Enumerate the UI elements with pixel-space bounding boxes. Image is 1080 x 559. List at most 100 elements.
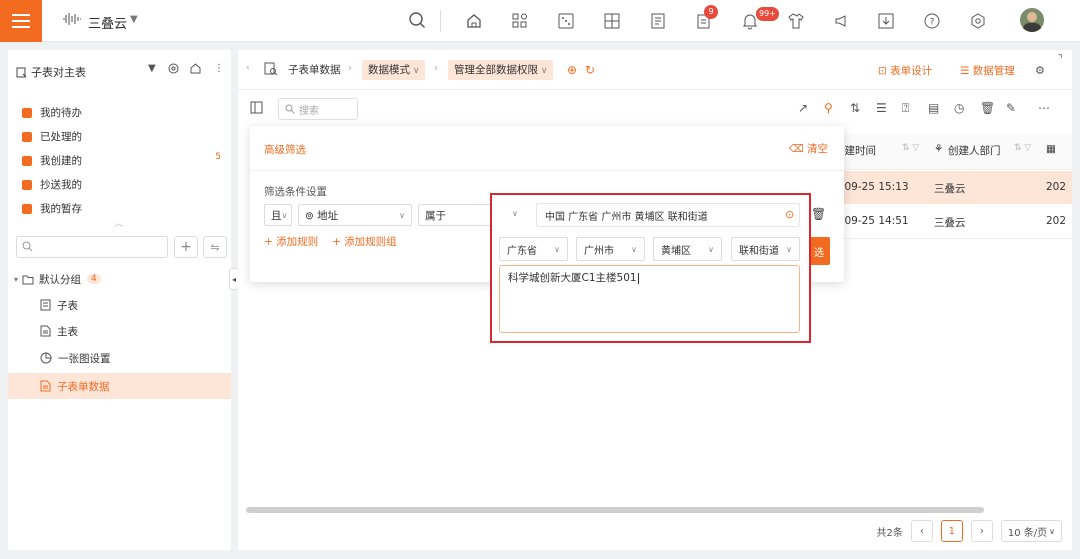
data-manage-icon: ☰ bbox=[960, 65, 973, 77]
breadcrumb-current[interactable]: 子表单数据 bbox=[282, 60, 347, 80]
add-rule-label: 添加规则 bbox=[276, 236, 319, 248]
form-design-link[interactable]: ⊡ 表单设计 bbox=[878, 63, 932, 78]
column-sort-filter-icon[interactable]: ⇅ ▽ bbox=[1014, 143, 1031, 153]
column-header-dept[interactable]: 创建人部门 bbox=[948, 143, 1001, 158]
tree-item-subtable[interactable]: 子表 bbox=[8, 292, 231, 318]
quick-item-todo[interactable]: 我的待办 bbox=[22, 105, 82, 120]
toolbar: 搜索 ↗ ⚲ ⇅ ☰ ⍰ ▤ ◷ 🗑 ✎ ⋯ bbox=[238, 98, 1072, 124]
org-icon: ⚘ bbox=[934, 143, 944, 155]
breadcrumb: ‹ 子表单数据 › 数据模式 ∨ › 管理全部数据权限 ∨ ⊕ ↻ ⊡ 表单设计… bbox=[238, 50, 1072, 90]
sidebar-search-input[interactable] bbox=[16, 236, 168, 258]
page-size-select[interactable]: 10 条/页 ∨ bbox=[1000, 520, 1062, 542]
tree-item-label: 子表单数据 bbox=[57, 380, 110, 393]
filter-icon[interactable]: ⚲ bbox=[824, 101, 833, 115]
sort-icon[interactable]: ⇅ bbox=[850, 101, 860, 115]
collapse-up-icon[interactable]: ︿ bbox=[114, 216, 123, 229]
avatar[interactable] bbox=[1020, 8, 1044, 32]
apps-grid-icon[interactable] bbox=[510, 11, 530, 31]
menu-icon[interactable] bbox=[0, 0, 42, 42]
pagination: 共2条 ‹ 1 › 10 条/页 ∨ bbox=[876, 520, 1062, 542]
sidebar-settings-icon[interactable] bbox=[168, 63, 179, 74]
cell-created-time: 4-09-25 15:13 bbox=[834, 181, 909, 193]
permission-dropdown[interactable]: 管理全部数据权限 ∨ bbox=[448, 60, 554, 80]
refresh-icon[interactable]: ↻ bbox=[585, 63, 595, 77]
download-icon[interactable] bbox=[876, 11, 896, 31]
tree-item-main-table[interactable]: 主表 bbox=[8, 318, 231, 344]
next-page-button[interactable]: › bbox=[970, 520, 993, 542]
quick-item-draft[interactable]: 我的暂存 bbox=[22, 201, 82, 216]
cell-created-time: 4-09-25 14:51 bbox=[834, 215, 909, 227]
sidebar-toggle-icon[interactable] bbox=[250, 101, 263, 114]
tree-item-subform-data[interactable]: 子表单数据 bbox=[8, 373, 231, 399]
more-icon[interactable]: ⋯ bbox=[1038, 101, 1050, 115]
help-icon[interactable]: ? bbox=[922, 11, 942, 31]
cell-extra: 202 bbox=[1046, 215, 1067, 227]
add-rule-button[interactable]: + 添加规则 bbox=[264, 234, 318, 249]
print-icon[interactable]: ▤ bbox=[928, 101, 939, 115]
address-value-field[interactable]: 中国 广东省 广州市 黄埔区 联和街道 bbox=[536, 203, 800, 227]
app-switch-caret-icon[interactable]: ▼ bbox=[130, 14, 138, 25]
horizontal-scrollbar[interactable] bbox=[246, 507, 984, 513]
page-size-label: 10 条/页 bbox=[1007, 527, 1048, 539]
more-vertical-icon[interactable]: ⋮ bbox=[214, 63, 224, 74]
city-select[interactable]: 广州市 ∨ bbox=[576, 237, 645, 261]
megaphone-icon[interactable] bbox=[832, 11, 852, 31]
add-button[interactable]: + bbox=[174, 236, 198, 258]
prev-page-button[interactable]: ‹ bbox=[910, 520, 933, 542]
chevron-down-icon[interactable]: ∨ bbox=[512, 209, 518, 218]
operator-value: 属于 bbox=[425, 209, 446, 222]
list-icon[interactable]: ☰ bbox=[876, 101, 887, 115]
shirt-icon[interactable] bbox=[786, 11, 806, 31]
address-detail-textarea[interactable]: 科学城创新大厦C1主楼501 bbox=[499, 265, 800, 333]
search-icon[interactable] bbox=[408, 11, 426, 29]
logic-value: 且 bbox=[271, 209, 282, 222]
quick-item-cc[interactable]: 抄送我的 bbox=[22, 177, 82, 192]
cc-icon bbox=[22, 179, 32, 190]
history-icon[interactable]: ◷ bbox=[954, 101, 964, 115]
search-input[interactable]: 搜索 bbox=[278, 98, 358, 120]
back-icon[interactable]: ‹ bbox=[246, 63, 250, 73]
mode-dropdown[interactable]: 数据模式 ∨ bbox=[362, 60, 426, 80]
tree-group-default[interactable]: ▾ 默认分组 4 bbox=[8, 266, 231, 292]
add-circle-icon[interactable]: ⊕ bbox=[567, 63, 577, 77]
logic-select[interactable]: 且 ∨ bbox=[264, 204, 292, 226]
title-dropdown-icon[interactable]: ▼ bbox=[148, 63, 156, 74]
top-bar: 三叠云 ▼ 9 99+ ? bbox=[0, 0, 1080, 42]
form-icon[interactable] bbox=[648, 11, 668, 31]
page-number-button[interactable]: 1 bbox=[940, 520, 963, 542]
province-select[interactable]: 广东省 ∨ bbox=[499, 237, 568, 261]
layout-icon[interactable] bbox=[602, 11, 622, 31]
home-icon[interactable] bbox=[464, 11, 484, 31]
help-box-icon[interactable]: ⍰ bbox=[902, 101, 909, 116]
column-sort-filter-icon[interactable]: ⇅ ▽ bbox=[902, 143, 919, 153]
app-name[interactable]: 三叠云 bbox=[88, 13, 127, 32]
gear-icon[interactable]: ⚙ bbox=[1035, 64, 1045, 77]
export-icon[interactable]: ↗ bbox=[798, 101, 808, 115]
district-select[interactable]: 黄埔区 ∨ bbox=[653, 237, 722, 261]
permission-label: 管理全部数据权限 bbox=[454, 64, 538, 76]
expand-corner-icon[interactable]: ⌝ bbox=[1058, 54, 1063, 65]
tab-advanced-filter[interactable]: 高级筛选 bbox=[264, 142, 306, 157]
broom-icon: ⌫ bbox=[788, 143, 807, 155]
data-manage-link[interactable]: ☰ 数据管理 bbox=[960, 63, 1015, 78]
edit-icon[interactable]: ✎ bbox=[1006, 101, 1016, 115]
quick-item-created[interactable]: 我创建的 bbox=[22, 153, 82, 168]
pie-chart-icon bbox=[40, 352, 52, 364]
group-count: 4 bbox=[87, 274, 101, 284]
location-icon: ⊚ bbox=[305, 209, 318, 222]
clear-button[interactable]: ⌫ 清空 bbox=[789, 141, 828, 156]
street-select[interactable]: 联和街道 ∨ bbox=[731, 237, 800, 261]
field-select[interactable]: ⊚ 地址 ∨ bbox=[298, 204, 412, 226]
sidebar-title[interactable]: 子表对主表 bbox=[16, 64, 86, 80]
add-group-button[interactable]: + 添加规则组 bbox=[332, 234, 397, 249]
address-value: 中国 广东省 广州市 黄埔区 联和街道 bbox=[545, 211, 708, 223]
dice-icon[interactable] bbox=[556, 11, 576, 31]
trash-icon[interactable]: 🗑 bbox=[980, 101, 995, 115]
sidebar-home-icon[interactable] bbox=[190, 63, 201, 74]
tree-item-map-settings[interactable]: 一张图设置 bbox=[8, 345, 231, 371]
sort-icon[interactable]: ⇋ bbox=[203, 236, 227, 258]
location-pin-icon[interactable]: ⊙ bbox=[785, 208, 794, 221]
quick-item-processed[interactable]: 已处理的 bbox=[22, 129, 82, 144]
delete-rule-icon[interactable]: 🗑 bbox=[811, 207, 826, 221]
settings-icon[interactable] bbox=[968, 11, 988, 31]
